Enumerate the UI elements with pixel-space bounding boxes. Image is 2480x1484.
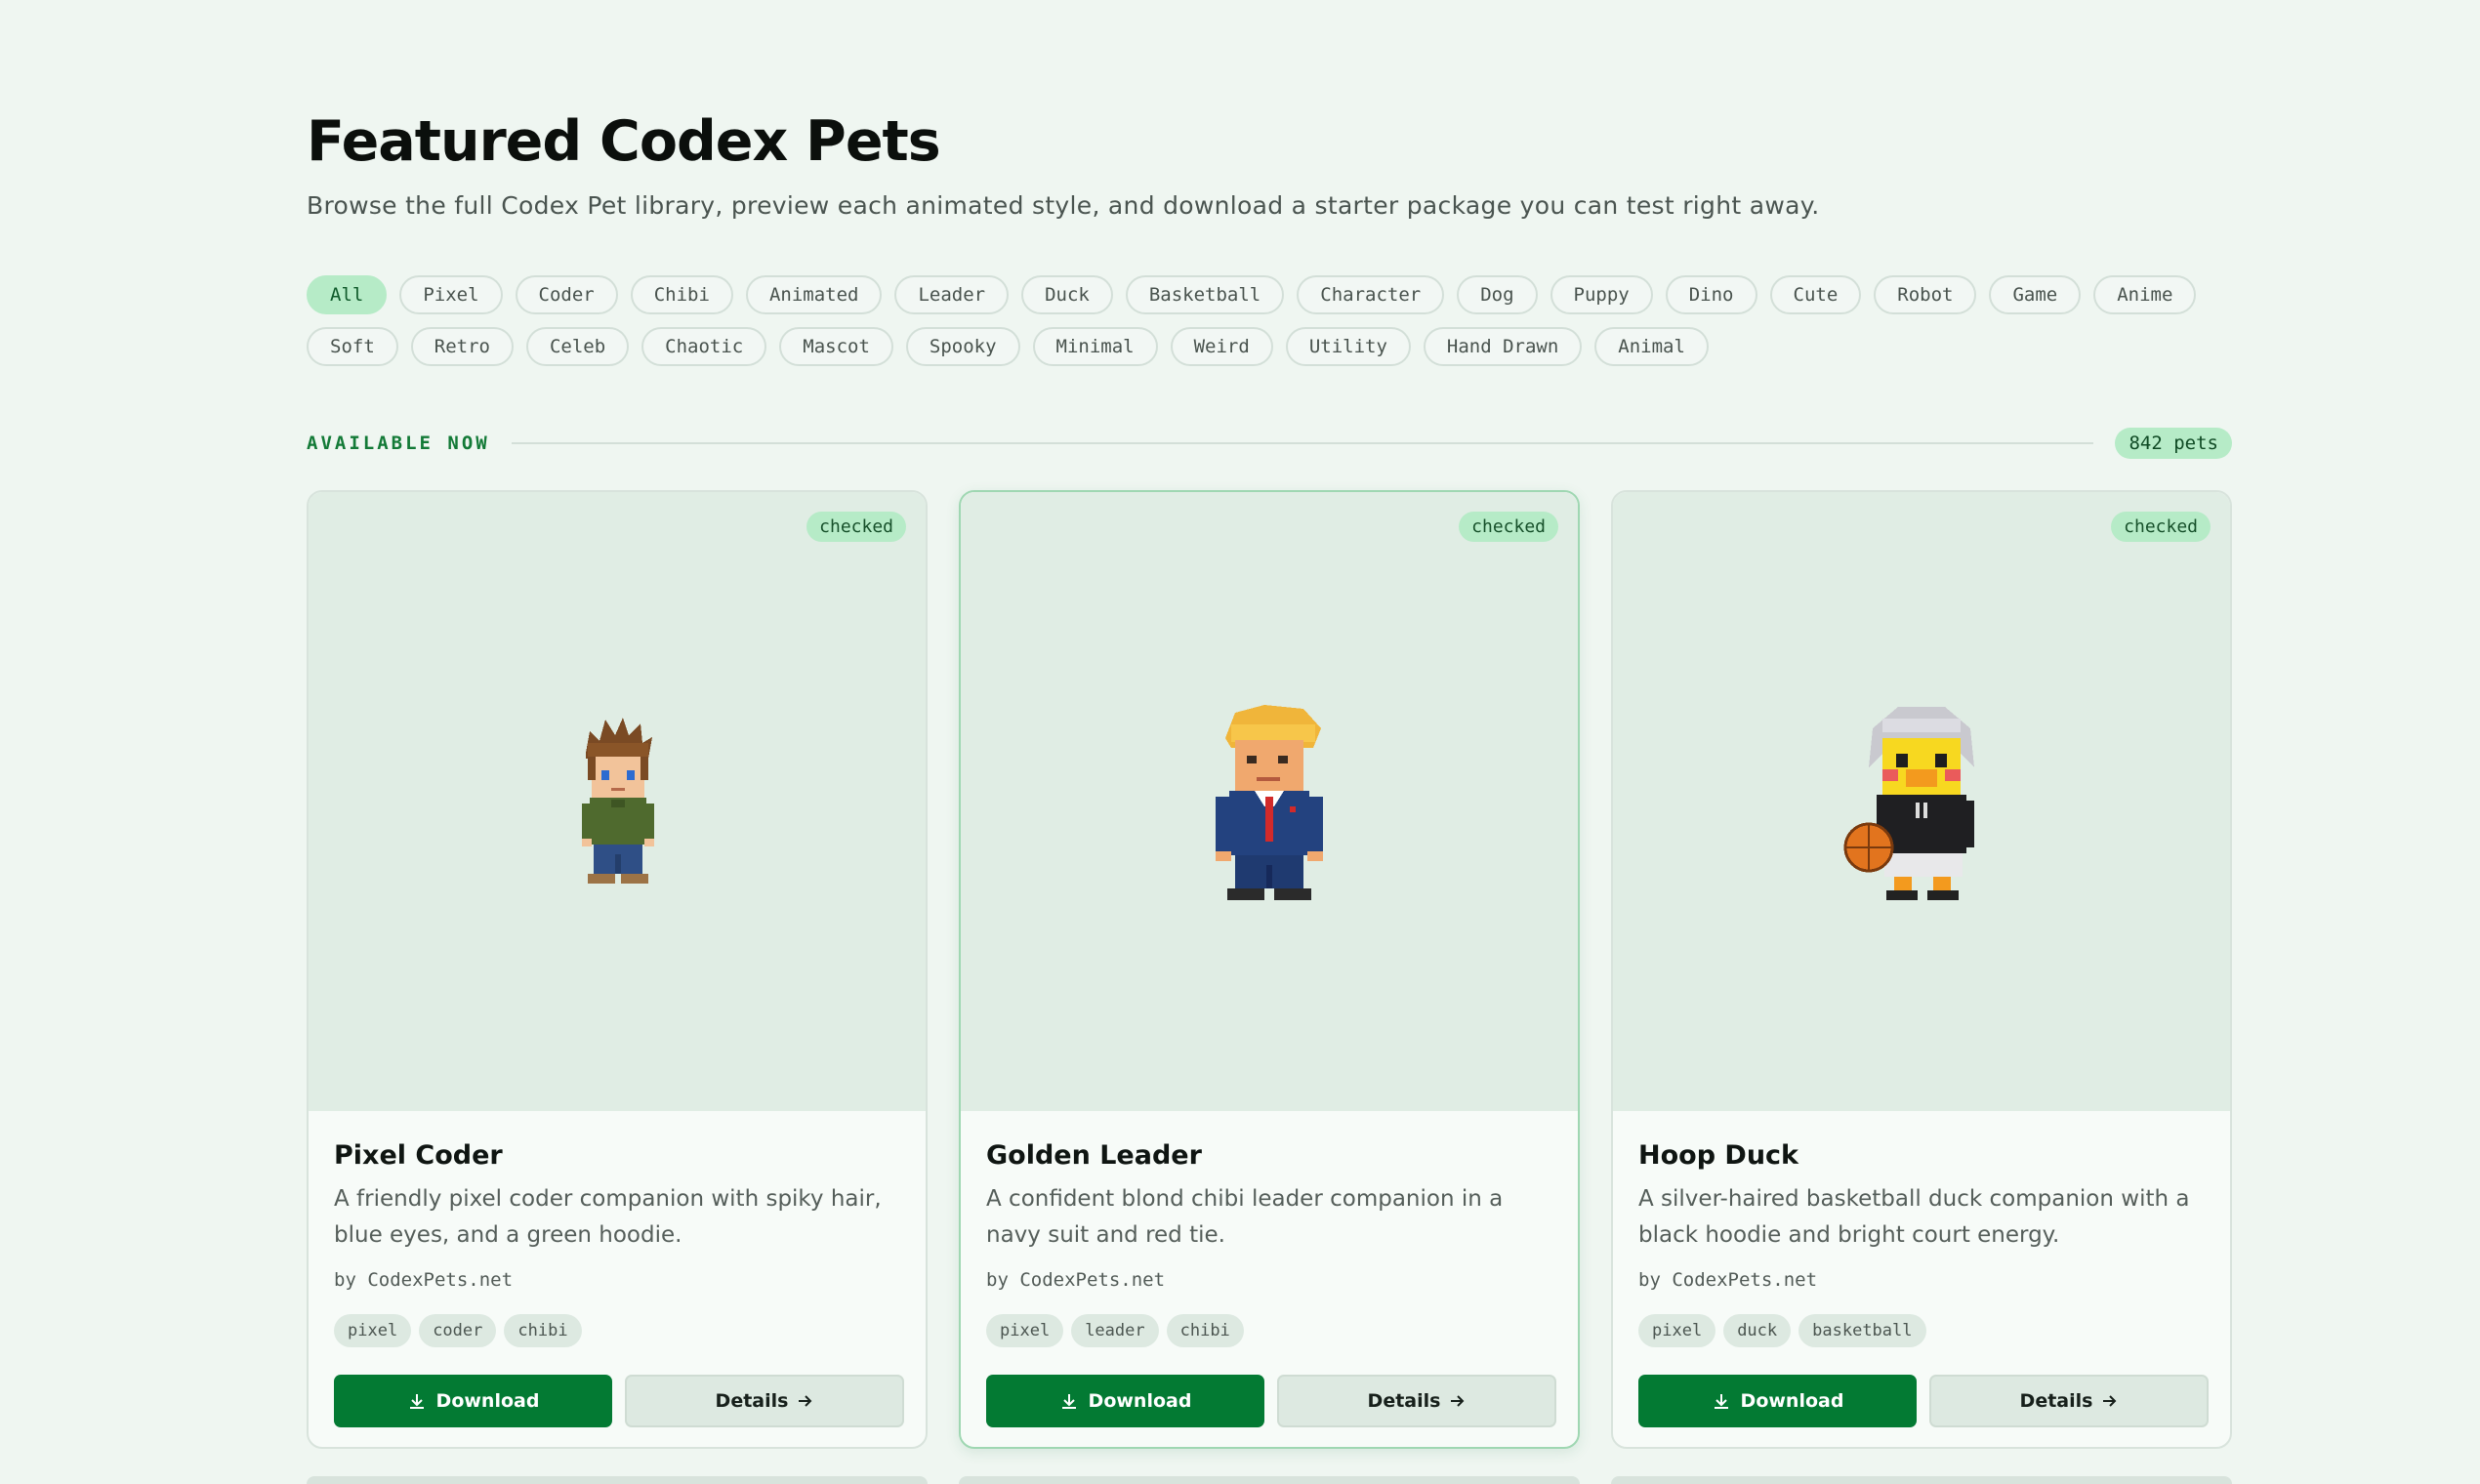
pet-card[interactable]: checked <box>1611 490 2232 1449</box>
details-button[interactable]: Details <box>1929 1375 2209 1427</box>
pet-preview: checked <box>309 492 926 1111</box>
filter-chip-hand-drawn[interactable]: Hand Drawn <box>1423 327 1583 366</box>
pet-author: by CodexPets.net <box>986 1269 1166 1291</box>
filter-chip-game[interactable]: Game <box>1989 275 2082 314</box>
filter-chip-pixel[interactable]: Pixel <box>399 275 503 314</box>
pet-description: A confident blond chibi leader companion… <box>986 1186 1504 1248</box>
pet-description: A silver-haired basketball duck companio… <box>1638 1186 2190 1248</box>
download-button[interactable]: Download <box>1638 1375 1917 1427</box>
pet-tags: pixel leader chibi <box>986 1314 1244 1347</box>
tag-pixel[interactable]: pixel <box>986 1314 1064 1347</box>
pixel-coder-sprite <box>582 718 654 884</box>
arrow-right-icon <box>799 1395 812 1407</box>
pet-author: by CodexPets.net <box>334 1269 514 1291</box>
filter-chip-animated[interactable]: Animated <box>745 275 883 314</box>
pet-preview: checked <box>1613 492 2230 1111</box>
pet-title: Pixel Coder <box>334 1140 503 1171</box>
filter-chip-chibi[interactable]: Chibi <box>630 275 733 314</box>
filter-row-1: All Pixel Coder Chibi Animated Leader Du… <box>307 275 2232 314</box>
arrow-right-icon <box>2103 1395 2117 1407</box>
pet-preview: checked <box>961 492 1578 1111</box>
pet-author: by CodexPets.net <box>1638 1269 1818 1291</box>
tag-pixel[interactable]: pixel <box>334 1314 412 1347</box>
filter-chip-dog[interactable]: Dog <box>1457 275 1538 314</box>
filter-chips: All Pixel Coder Chibi Animated Leader Du… <box>307 275 2232 379</box>
details-label: Details <box>1367 1390 1441 1412</box>
filter-chip-character[interactable]: Character <box>1297 275 1445 314</box>
download-button[interactable]: Download <box>334 1375 612 1427</box>
card-actions: Download Details <box>986 1375 1556 1427</box>
filter-chip-retro[interactable]: Retro <box>410 327 514 366</box>
filter-chip-celeb[interactable]: Celeb <box>525 327 630 366</box>
pet-title: Golden Leader <box>986 1140 1202 1171</box>
tag-leader[interactable]: leader <box>1071 1314 1159 1347</box>
details-label: Details <box>2019 1390 2093 1412</box>
tag-pixel[interactable]: pixel <box>1638 1314 1716 1347</box>
golden-leader-sprite <box>1216 705 1323 900</box>
filter-chip-anime[interactable]: Anime <box>2093 275 2197 314</box>
download-button[interactable]: Download <box>986 1375 1264 1427</box>
filter-chip-robot[interactable]: Robot <box>1874 275 1977 314</box>
details-label: Details <box>715 1390 789 1412</box>
filter-chip-puppy[interactable]: Puppy <box>1550 275 1653 314</box>
card-actions: Download Details <box>334 1375 904 1427</box>
filter-chip-utility[interactable]: Utility <box>1285 327 1411 366</box>
filter-chip-mascot[interactable]: Mascot <box>779 327 893 366</box>
details-button[interactable]: Details <box>1277 1375 1556 1427</box>
download-icon <box>1061 1394 1076 1409</box>
pet-description: A friendly pixel coder companion with sp… <box>334 1186 882 1248</box>
download-label: Download <box>1740 1390 1844 1412</box>
filter-chip-chaotic[interactable]: Chaotic <box>641 327 767 366</box>
hoop-duck-sprite <box>1843 707 1974 900</box>
filter-chip-animal[interactable]: Animal <box>1594 327 1709 366</box>
tag-chibi[interactable]: chibi <box>1166 1314 1244 1347</box>
arrow-right-icon <box>1451 1395 1465 1407</box>
filter-chip-soft[interactable]: Soft <box>307 327 398 366</box>
filter-chip-weird[interactable]: Weird <box>1170 327 1273 366</box>
filter-chip-duck[interactable]: Duck <box>1021 275 1113 314</box>
tag-coder[interactable]: coder <box>419 1314 497 1347</box>
checked-badge: checked <box>806 512 906 542</box>
tag-basketball[interactable]: basketball <box>1798 1314 1926 1347</box>
pet-tags: pixel duck basketball <box>1638 1314 1926 1347</box>
section-header: AVAILABLE NOW 842 pets <box>307 426 2232 461</box>
next-card-edge <box>959 1476 1580 1484</box>
checked-badge: checked <box>2111 512 2211 542</box>
pet-count-badge: 842 pets <box>2115 428 2232 459</box>
next-card-edge <box>307 1476 928 1484</box>
section-divider <box>511 442 2094 444</box>
pet-title: Hoop Duck <box>1638 1140 1799 1171</box>
filter-row-2: Soft Retro Celeb Chaotic Mascot Spooky M… <box>307 327 2232 366</box>
filter-chip-spooky[interactable]: Spooky <box>905 327 1020 366</box>
filter-chip-coder[interactable]: Coder <box>515 275 618 314</box>
download-label: Download <box>1088 1390 1192 1412</box>
filter-chip-dino[interactable]: Dino <box>1665 275 1757 314</box>
details-button[interactable]: Details <box>625 1375 904 1427</box>
next-card-edge <box>1611 1476 2232 1484</box>
tag-chibi[interactable]: chibi <box>504 1314 582 1347</box>
tag-duck[interactable]: duck <box>1723 1314 1792 1347</box>
download-icon <box>409 1394 424 1409</box>
filter-chip-leader[interactable]: Leader <box>894 275 1010 314</box>
pet-card-grid: checked Pixel Coder A friendly pixel cod… <box>307 490 2232 1449</box>
filter-chip-minimal[interactable]: Minimal <box>1032 327 1158 366</box>
filter-chip-cute[interactable]: Cute <box>1769 275 1862 314</box>
pet-card[interactable]: checked <box>959 490 1580 1449</box>
download-label: Download <box>435 1390 540 1412</box>
filter-chip-all[interactable]: All <box>307 275 388 314</box>
download-icon <box>1714 1394 1728 1409</box>
pet-card[interactable]: checked <box>307 490 928 1449</box>
section-label: AVAILABLE NOW <box>307 433 490 454</box>
checked-badge: checked <box>1459 512 1558 542</box>
filter-chip-basketball[interactable]: Basketball <box>1125 275 1285 314</box>
page-subtitle: Browse the full Codex Pet library, previ… <box>307 191 1820 220</box>
card-actions: Download Details <box>1638 1375 2209 1427</box>
pet-tags: pixel coder chibi <box>334 1314 582 1347</box>
page-title: Featured Codex Pets <box>307 109 941 174</box>
